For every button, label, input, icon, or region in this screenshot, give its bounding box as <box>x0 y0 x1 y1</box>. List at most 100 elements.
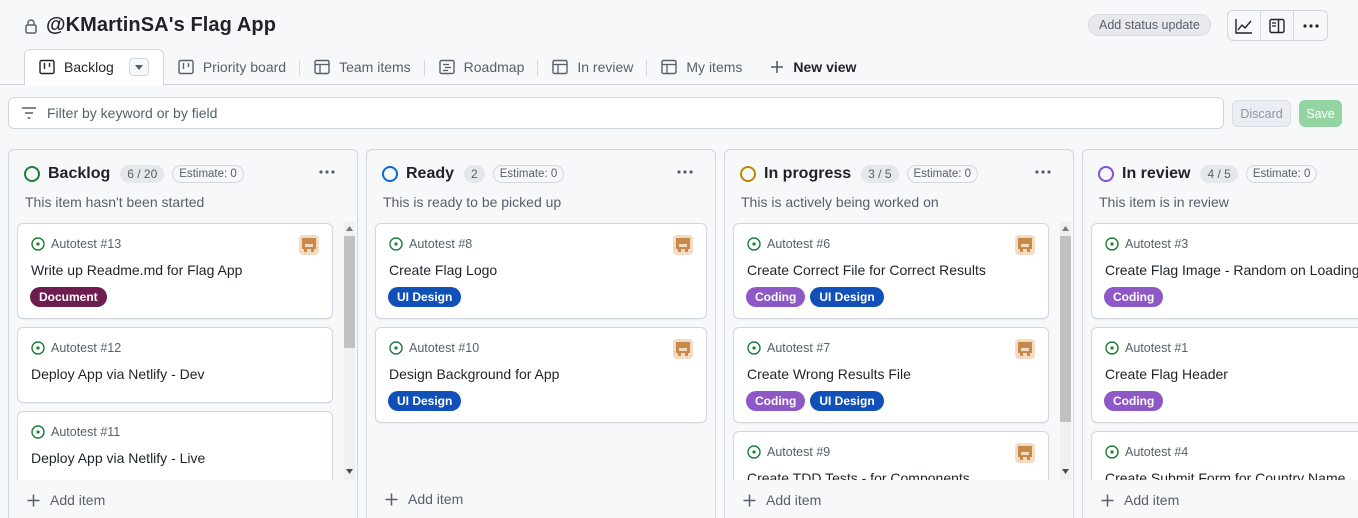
tab-priority-board[interactable]: Priority board <box>164 49 301 85</box>
label-coding[interactable]: Coding <box>1104 287 1164 307</box>
card-title[interactable]: Create Flag Header <box>1105 366 1228 382</box>
label-coding[interactable]: Coding <box>1104 391 1164 411</box>
scroll-down-arrow-icon[interactable] <box>1062 468 1069 475</box>
issue-card[interactable]: Autotest #3 Create Flag Image - Random o… <box>1091 223 1358 319</box>
column-name: In progress <box>764 165 852 182</box>
tab-label: My items <box>686 59 743 75</box>
column-description: This item is in review <box>1099 194 1229 210</box>
insights-button[interactable] <box>1228 11 1261 40</box>
issue-card[interactable]: Autotest #12 Deploy App via Netlify - De… <box>17 327 333 403</box>
label-document[interactable]: Document <box>30 287 107 307</box>
assignee-avatar[interactable] <box>299 235 319 255</box>
discard-button[interactable]: Discard <box>1232 100 1291 127</box>
side-panel-button[interactable] <box>1261 11 1294 40</box>
issue-card[interactable]: Autotest #8 Create Flag Logo UI Design <box>375 223 707 319</box>
filter-icon <box>22 107 36 119</box>
card-title[interactable]: Write up Readme.md for Flag App <box>31 262 242 278</box>
card-title[interactable]: Create Correct File for Correct Results <box>747 262 986 278</box>
add-item-label: Add item <box>766 492 822 508</box>
issue-open-icon <box>31 425 45 439</box>
tab-dropdown-button[interactable] <box>128 58 149 76</box>
column-menu-button[interactable] <box>1031 164 1055 180</box>
column-in-progress: In progress 3 / 5 Estimate: 0 This is ac… <box>724 149 1074 518</box>
assignee-avatar[interactable] <box>1015 339 1035 359</box>
column-description: This is ready to be picked up <box>383 194 562 210</box>
card-title[interactable]: Deploy App via Netlify - Live <box>31 450 205 466</box>
column-name: Backlog <box>48 165 111 182</box>
issue-card[interactable]: Autotest #10 Design Background for App U… <box>375 327 707 423</box>
filter-bar <box>8 97 1224 129</box>
scroll-down-arrow-icon[interactable] <box>346 468 353 475</box>
assignee-avatar[interactable] <box>673 339 693 359</box>
plus-icon <box>743 494 756 506</box>
plus-icon <box>1101 494 1114 506</box>
card-meta: Autotest #12 <box>31 341 121 355</box>
add-item-label: Add item <box>1124 492 1180 508</box>
tab-label: Priority board <box>202 59 287 75</box>
column-menu-button[interactable] <box>315 164 339 180</box>
add-item-button[interactable]: Add item <box>1083 480 1358 518</box>
column-menu-button[interactable] <box>673 164 697 180</box>
label-coding[interactable]: Coding <box>746 287 806 307</box>
scrollbar-thumb[interactable] <box>1060 236 1071 422</box>
issue-id: Autotest #13 <box>51 237 122 251</box>
card-title[interactable]: Create Flag Image - Random on Loading <box>1105 262 1358 278</box>
sidebar-icon <box>1269 18 1285 33</box>
issue-id: Autotest #9 <box>767 445 831 459</box>
assignee-avatar[interactable] <box>673 235 693 255</box>
tab-label: Team items <box>339 59 411 75</box>
issue-card[interactable]: Autotest #7 Create Wrong Results File Co… <box>733 327 1049 423</box>
tab-in-review[interactable]: In review <box>538 49 648 85</box>
issue-card[interactable]: Autotest #6 Create Correct File for Corr… <box>733 223 1049 319</box>
issue-id: Autotest #6 <box>767 237 831 251</box>
tab-backlog[interactable]: Backlog <box>24 48 164 86</box>
scrollbar[interactable] <box>1060 222 1071 480</box>
project-title: @KMartinSA's Flag App <box>46 14 277 36</box>
label-ui-design[interactable]: UI Design <box>388 391 462 411</box>
add-status-update-button[interactable]: Add status update <box>1088 14 1211 36</box>
card-labels: Coding UI Design <box>746 287 884 307</box>
lock-icon <box>25 18 37 34</box>
card-labels: UI Design <box>388 287 462 307</box>
more-options-button[interactable] <box>1294 11 1327 40</box>
issue-id: Autotest #12 <box>51 341 122 355</box>
scroll-up-arrow-icon[interactable] <box>346 225 353 232</box>
add-item-button[interactable]: Add item <box>725 480 1073 518</box>
label-coding[interactable]: Coding <box>746 391 806 411</box>
new-view-button[interactable]: New view <box>756 49 870 85</box>
issue-open-icon <box>747 237 761 251</box>
label-ui-design[interactable]: UI Design <box>810 287 884 307</box>
tab-my-items[interactable]: My items <box>647 49 756 85</box>
add-item-button[interactable]: Add item <box>9 480 357 518</box>
assignee-avatar[interactable] <box>1015 235 1035 255</box>
add-item-button[interactable]: Add item <box>367 479 715 518</box>
card-title[interactable]: Create Flag Logo <box>389 262 497 278</box>
assignee-avatar[interactable] <box>1015 443 1035 463</box>
tab-team-items[interactable]: Team items <box>300 49 425 85</box>
card-labels: Coding <box>1104 391 1164 411</box>
label-ui-design[interactable]: UI Design <box>810 391 884 411</box>
tab-roadmap[interactable]: Roadmap <box>425 49 539 85</box>
issue-id: Autotest #11 <box>51 425 121 439</box>
card-meta: Autotest #6 <box>747 237 830 251</box>
scroll-up-arrow-icon[interactable] <box>1062 225 1069 232</box>
issue-card[interactable]: Autotest #1 Create Flag Header Coding <box>1091 327 1358 423</box>
issue-card[interactable]: Autotest #11 Deploy App via Netlify - Li… <box>17 411 333 487</box>
card-title[interactable]: Create Wrong Results File <box>747 366 911 382</box>
column-title-row: Backlog 6 / 20 Estimate: 0 <box>24 165 244 183</box>
triangle-down-icon <box>134 64 143 70</box>
card-labels: Coding <box>1104 287 1164 307</box>
issue-card[interactable]: Autotest #13 Write up Readme.md for Flag… <box>17 223 333 319</box>
plus-icon <box>771 61 784 73</box>
issue-id: Autotest #4 <box>1125 445 1189 459</box>
scrollbar[interactable] <box>344 222 355 480</box>
card-title[interactable]: Design Background for App <box>389 366 559 382</box>
save-button[interactable]: Save <box>1299 100 1342 127</box>
card-meta: Autotest #11 <box>31 425 120 439</box>
card-title[interactable]: Deploy App via Netlify - Dev <box>31 366 205 382</box>
column-header: Backlog 6 / 20 Estimate: 0 This item has… <box>9 150 357 220</box>
scrollbar-thumb[interactable] <box>344 236 355 348</box>
table-icon <box>314 59 330 75</box>
filter-input[interactable] <box>47 105 1147 121</box>
label-ui-design[interactable]: UI Design <box>388 287 462 307</box>
